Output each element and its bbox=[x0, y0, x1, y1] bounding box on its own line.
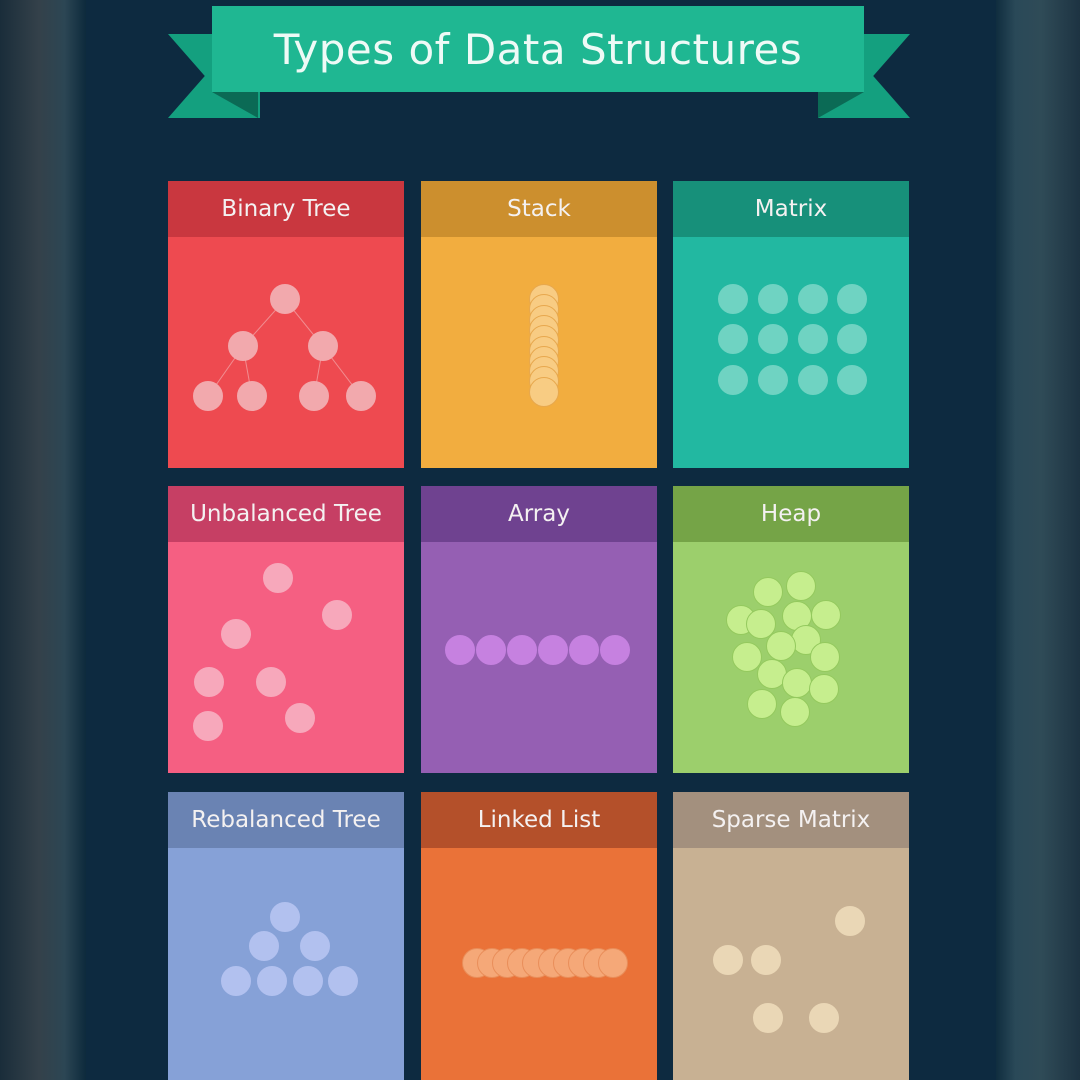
card-header: Binary Tree bbox=[168, 181, 404, 237]
node-circle bbox=[798, 324, 828, 354]
node-circle bbox=[753, 1003, 783, 1033]
node-circle bbox=[758, 365, 788, 395]
card-array: Array bbox=[421, 486, 657, 773]
card-stack: Stack bbox=[421, 181, 657, 468]
card-header: Matrix bbox=[673, 181, 909, 237]
node-circle bbox=[293, 966, 323, 996]
node-circle bbox=[346, 381, 376, 411]
card-rebalanced-tree: Rebalanced Tree bbox=[168, 792, 404, 1080]
node-circle bbox=[308, 331, 338, 361]
right-blur-band bbox=[994, 0, 1080, 1080]
node-circle bbox=[257, 966, 287, 996]
card-header: Stack bbox=[421, 181, 657, 237]
node-circle bbox=[837, 284, 867, 314]
node-circle bbox=[753, 577, 783, 607]
node-circle bbox=[718, 365, 748, 395]
node-circle bbox=[835, 906, 865, 936]
card-title: Unbalanced Tree bbox=[190, 501, 382, 527]
node-circle bbox=[445, 635, 475, 665]
node-circle bbox=[538, 635, 568, 665]
node-circle bbox=[751, 945, 781, 975]
node-circle bbox=[237, 381, 267, 411]
sparse-matrix-diagram bbox=[673, 848, 909, 1080]
node-circle bbox=[249, 931, 279, 961]
unbalanced-tree-diagram bbox=[168, 542, 404, 773]
card-title: Rebalanced Tree bbox=[191, 807, 381, 833]
stack-diagram bbox=[421, 237, 657, 468]
node-circle bbox=[718, 324, 748, 354]
node-circle bbox=[810, 642, 840, 672]
node-circle bbox=[507, 635, 537, 665]
node-circle bbox=[300, 931, 330, 961]
node-circle bbox=[597, 948, 628, 978]
card-linked-list: Linked List bbox=[421, 792, 657, 1080]
card-header: Sparse Matrix bbox=[673, 792, 909, 848]
card-header: Unbalanced Tree bbox=[168, 486, 404, 542]
node-circle bbox=[194, 667, 224, 697]
card-title: Binary Tree bbox=[221, 196, 351, 222]
card-sparse-matrix: Sparse Matrix bbox=[673, 792, 909, 1080]
node-circle bbox=[270, 284, 300, 314]
matrix-diagram bbox=[673, 237, 909, 468]
card-matrix: Matrix bbox=[673, 181, 909, 468]
node-circle bbox=[476, 635, 506, 665]
node-circle bbox=[228, 331, 258, 361]
card-binary-tree: Binary Tree bbox=[168, 181, 404, 468]
card-title: Linked List bbox=[477, 807, 601, 833]
card-title: Array bbox=[508, 501, 570, 527]
node-circle bbox=[786, 571, 816, 601]
card-title: Matrix bbox=[754, 196, 828, 222]
node-circle bbox=[809, 674, 839, 704]
card-unbalanced-tree: Unbalanced Tree bbox=[168, 486, 404, 773]
card-title: Sparse Matrix bbox=[711, 807, 871, 833]
node-circle bbox=[263, 563, 293, 593]
node-circle bbox=[811, 600, 841, 630]
array-diagram bbox=[421, 542, 657, 773]
node-circle bbox=[221, 966, 251, 996]
node-circle bbox=[718, 284, 748, 314]
rebalanced-tree-diagram bbox=[168, 848, 404, 1080]
node-circle bbox=[193, 381, 223, 411]
node-circle bbox=[569, 635, 599, 665]
node-circle bbox=[299, 381, 329, 411]
heap-diagram bbox=[673, 542, 909, 773]
node-circle bbox=[798, 365, 828, 395]
binary-tree-diagram bbox=[168, 237, 404, 468]
card-title: Heap bbox=[760, 501, 822, 527]
node-circle bbox=[837, 365, 867, 395]
node-circle bbox=[529, 376, 559, 407]
node-circle bbox=[798, 284, 828, 314]
node-circle bbox=[758, 324, 788, 354]
node-circle bbox=[713, 945, 743, 975]
card-heap: Heap bbox=[673, 486, 909, 773]
node-circle bbox=[221, 619, 251, 649]
node-circle bbox=[782, 668, 812, 698]
node-circle bbox=[837, 324, 867, 354]
card-header: Linked List bbox=[421, 792, 657, 848]
node-circle bbox=[328, 966, 358, 996]
card-header: Rebalanced Tree bbox=[168, 792, 404, 848]
left-blur-band bbox=[0, 0, 86, 1080]
card-title: Stack bbox=[507, 196, 571, 222]
card-header: Array bbox=[421, 486, 657, 542]
node-circle bbox=[809, 1003, 839, 1033]
node-circle bbox=[747, 689, 777, 719]
linked-list-diagram bbox=[421, 848, 657, 1080]
node-circle bbox=[758, 284, 788, 314]
card-header: Heap bbox=[673, 486, 909, 542]
node-circle bbox=[285, 703, 315, 733]
page-title: Types of Data Structures bbox=[273, 24, 803, 74]
node-circle bbox=[256, 667, 286, 697]
node-circle bbox=[766, 631, 796, 661]
node-circle bbox=[780, 697, 810, 727]
node-circle bbox=[600, 635, 630, 665]
title-ribbon: Types of Data Structures bbox=[212, 6, 864, 92]
node-circle bbox=[322, 600, 352, 630]
node-circle bbox=[193, 711, 223, 741]
node-circle bbox=[270, 902, 300, 932]
